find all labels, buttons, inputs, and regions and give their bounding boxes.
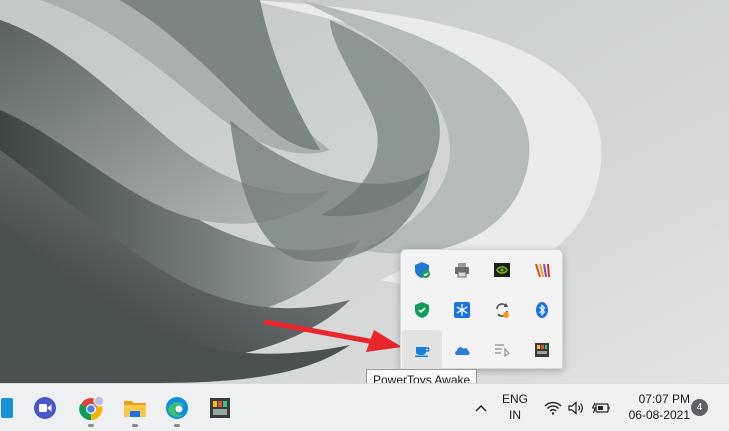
zoom-video-icon	[34, 397, 56, 419]
taskbar-app-file-explorer[interactable]	[117, 390, 153, 427]
clock-time: 07:07 PM	[638, 392, 690, 406]
battery-status[interactable]	[590, 384, 612, 431]
show-hidden-icons-button[interactable]	[470, 384, 492, 431]
file-explorer-icon	[124, 401, 146, 417]
language-indicator[interactable]: ENG IN	[497, 391, 533, 423]
wifi-icon	[544, 401, 562, 415]
running-indicator	[132, 424, 138, 427]
network-status[interactable]	[542, 384, 564, 431]
running-indicator	[88, 424, 94, 427]
chevron-up-icon	[475, 405, 487, 412]
red-arrow-pointer	[263, 319, 402, 352]
shield-check-icon[interactable]	[402, 290, 442, 330]
stripes-app-icon[interactable]	[522, 250, 562, 290]
sync-icon[interactable]	[482, 290, 522, 330]
chrome-icon	[79, 395, 104, 421]
battery-charging-icon	[592, 402, 610, 414]
taskbar-app-tile[interactable]	[202, 390, 238, 426]
taskbar-app-chrome[interactable]	[73, 390, 109, 427]
volume-status[interactable]	[566, 384, 588, 431]
edge-icon	[166, 397, 188, 419]
language-code: ENG	[501, 392, 528, 406]
powertoys-awake-coffee-icon[interactable]	[402, 330, 442, 370]
app-tile-icon	[210, 398, 230, 418]
nvidia-icon[interactable]	[482, 250, 522, 290]
task-view-icon	[1, 398, 13, 418]
snowflake-icon[interactable]	[442, 290, 482, 330]
media-list-icon[interactable]	[482, 330, 522, 370]
taskbar-clock[interactable]: 07:07 PM 06-08-2021	[618, 391, 690, 423]
taskbar: ENG IN 07:07 PM 06-08-2021 4	[0, 383, 729, 431]
taskbar-app-edge[interactable]	[159, 390, 195, 427]
printer-icon[interactable]	[442, 250, 482, 290]
taskbar-app-zoom[interactable]	[27, 390, 63, 426]
running-indicator	[174, 424, 180, 427]
bluetooth-icon[interactable]	[522, 290, 562, 330]
onedrive-cloud-icon[interactable]	[442, 330, 482, 370]
windows-security-icon[interactable]	[402, 250, 442, 290]
app-grid-icon[interactable]	[522, 330, 562, 370]
speaker-icon	[568, 401, 583, 415]
clock-date: 06-08-2021	[628, 408, 690, 422]
language-region: IN	[509, 408, 521, 422]
notification-count-badge[interactable]: 4	[691, 399, 708, 416]
taskbar-app-task-view[interactable]	[0, 390, 22, 426]
tray-overflow-flyout	[400, 249, 563, 370]
